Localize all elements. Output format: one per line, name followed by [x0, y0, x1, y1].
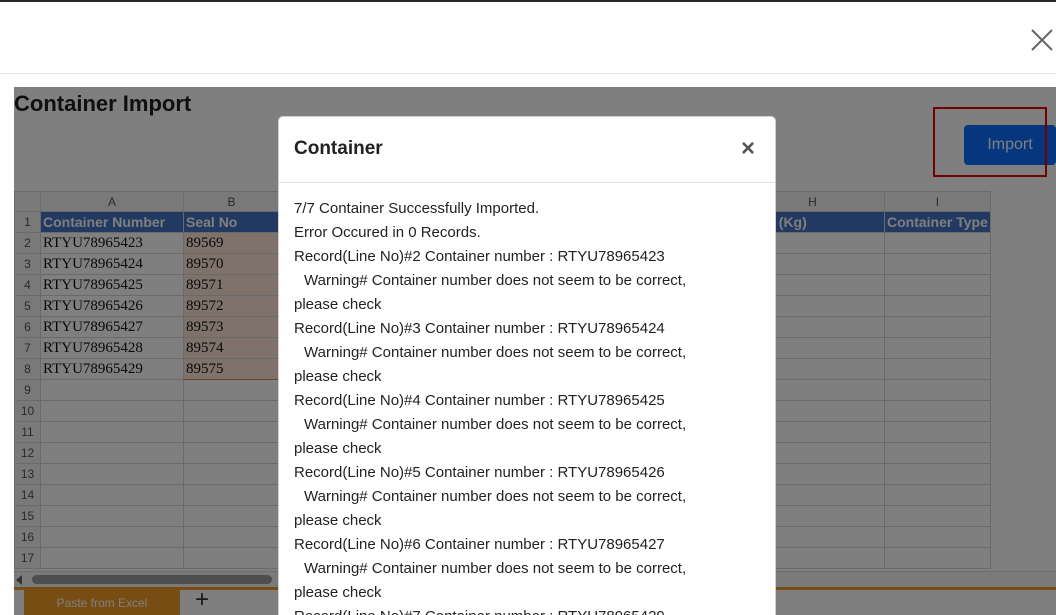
warning-continuation: please check — [294, 440, 382, 457]
warning-line: Warning# Container number does not seem … — [304, 488, 687, 505]
warning-line: Warning# Container number does not seem … — [304, 272, 687, 289]
record-line: Record(Line No)#3 Container number : RTY… — [294, 320, 665, 337]
warning-continuation: please check — [294, 368, 382, 385]
dialog-body: 7/7 Container Successfully Imported. Erro… — [279, 183, 775, 615]
outer-modal-header — [0, 0, 1056, 74]
warning-continuation: please check — [294, 512, 382, 529]
warning-line: Warning# Container number does not seem … — [304, 416, 687, 433]
record-line: Record(Line No)#4 Container number : RTY… — [294, 392, 665, 409]
record-line: Record(Line No)#2 Container number : RTY… — [294, 248, 665, 265]
outer-close-icon[interactable] — [1028, 26, 1056, 54]
warning-line: Warning# Container number does not seem … — [304, 344, 687, 361]
dialog-close-icon[interactable]: × — [741, 135, 755, 163]
record-line: Record(Line No)#6 Container number : RTY… — [294, 536, 665, 553]
record-line: Record(Line No)#5 Container number : RTY… — [294, 464, 665, 481]
summary-line: Error Occured in 0 Records. — [294, 224, 481, 241]
record-line: Record(Line No)#7 Container number : RTY… — [294, 605, 760, 615]
warning-continuation: please check — [294, 584, 382, 601]
dialog-header: Container × — [279, 117, 775, 183]
dialog-title: Container — [294, 138, 383, 159]
summary-line: 7/7 Container Successfully Imported. — [294, 200, 540, 217]
warning-continuation: please check — [294, 296, 382, 313]
import-result-dialog: Container × 7/7 Container Successfully I… — [278, 116, 776, 615]
top-border — [0, 0, 1056, 2]
warning-line: Warning# Container number does not seem … — [304, 560, 687, 577]
